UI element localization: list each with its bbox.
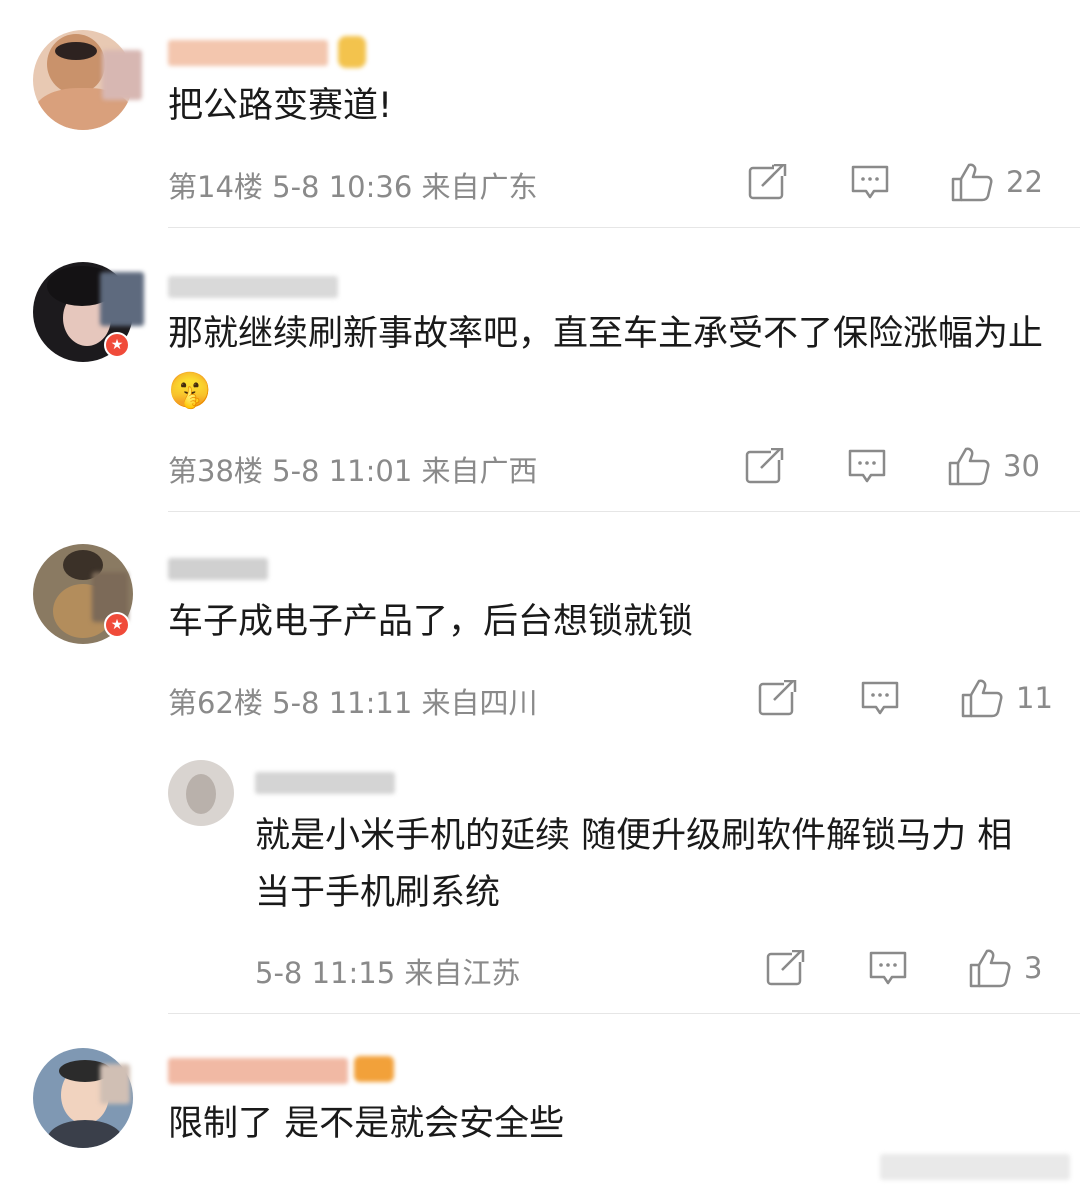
repost-button[interactable]	[766, 950, 806, 986]
comment-text: 把公路变赛道!	[168, 86, 393, 126]
share-icon	[766, 950, 805, 986]
comment-text: 就是小米手机的延续 随便升级刷软件解锁马力 相当于手机刷系统	[255, 816, 1013, 913]
thumbs-up-icon	[961, 679, 1003, 718]
reply-item: 就是小米手机的延续 随便升级刷软件解锁马力 相当于手机刷系统 5-8 11:15…	[0, 730, 1080, 1014]
comment-item: 把公路变赛道! 第14楼 5-8 10:36 来自广东 22	[0, 0, 1080, 228]
comment-meta: 5-8 11:15 来自江苏	[255, 956, 521, 990]
like-count: 11	[1016, 681, 1053, 715]
avatar[interactable]	[168, 760, 234, 826]
comment-text-body: 那就继续刷新事故率吧，直至车主承受不了保险涨幅为止	[168, 314, 1044, 354]
comment-item: 限制了 是不是就会安全些	[0, 1014, 1080, 1186]
comment-icon	[848, 449, 886, 483]
comment-text: 车子成电子产品了，后台想锁就锁	[168, 602, 694, 642]
like-count: 30	[1003, 449, 1040, 483]
comment-meta: 第38楼 5-8 11:01 来自广西	[168, 454, 538, 488]
comment-icon	[851, 165, 889, 199]
watermark	[880, 1154, 1070, 1180]
comment-button[interactable]	[847, 448, 887, 484]
comment-button[interactable]	[868, 950, 908, 986]
verified-badge-icon: ★	[104, 332, 130, 358]
comment-button[interactable]	[850, 164, 890, 200]
comment-meta: 第14楼 5-8 10:36 来自广东	[168, 170, 538, 204]
thumbs-up-icon	[948, 447, 990, 486]
comment-meta: 第62楼 5-8 11:11 来自四川	[168, 686, 538, 720]
thumbs-up-icon	[951, 163, 993, 202]
share-icon	[745, 448, 784, 484]
like-button[interactable]: 30	[947, 446, 1040, 486]
username-blurred[interactable]	[168, 546, 278, 582]
like-button[interactable]: 11	[960, 678, 1053, 718]
username-blurred[interactable]	[168, 264, 348, 300]
comment-text: 限制了 是不是就会安全些	[168, 1104, 565, 1144]
username-blurred[interactable]	[255, 762, 405, 798]
verified-badge-icon: ★	[104, 612, 130, 638]
username-blurred[interactable]	[168, 1050, 408, 1086]
comment-button[interactable]	[860, 680, 900, 716]
username-blurred[interactable]	[168, 32, 368, 68]
share-icon	[758, 680, 797, 716]
like-button[interactable]: 3	[968, 948, 1042, 988]
emoji-shush-icon: 🤫	[168, 371, 212, 411]
comment-item: ★ 那就继续刷新事故率吧，直至车主承受不了保险涨幅为止 🤫 第38楼 5-8 11…	[0, 228, 1080, 512]
thumbs-up-icon	[969, 949, 1011, 988]
repost-button[interactable]	[758, 680, 798, 716]
like-count: 22	[1006, 165, 1043, 199]
repost-button[interactable]	[745, 448, 785, 484]
share-icon	[748, 164, 787, 200]
like-count: 3	[1024, 951, 1043, 985]
comment-icon	[861, 681, 899, 715]
like-button[interactable]: 22	[950, 162, 1043, 202]
comment-item: ★ 车子成电子产品了，后台想锁就锁 第62楼 5-8 11:11 来自四川 11	[0, 512, 1080, 730]
comment-icon	[869, 951, 907, 985]
comment-text: 那就继续刷新事故率吧，直至车主承受不了保险涨幅为止 🤫	[168, 306, 1048, 420]
repost-button[interactable]	[748, 164, 788, 200]
